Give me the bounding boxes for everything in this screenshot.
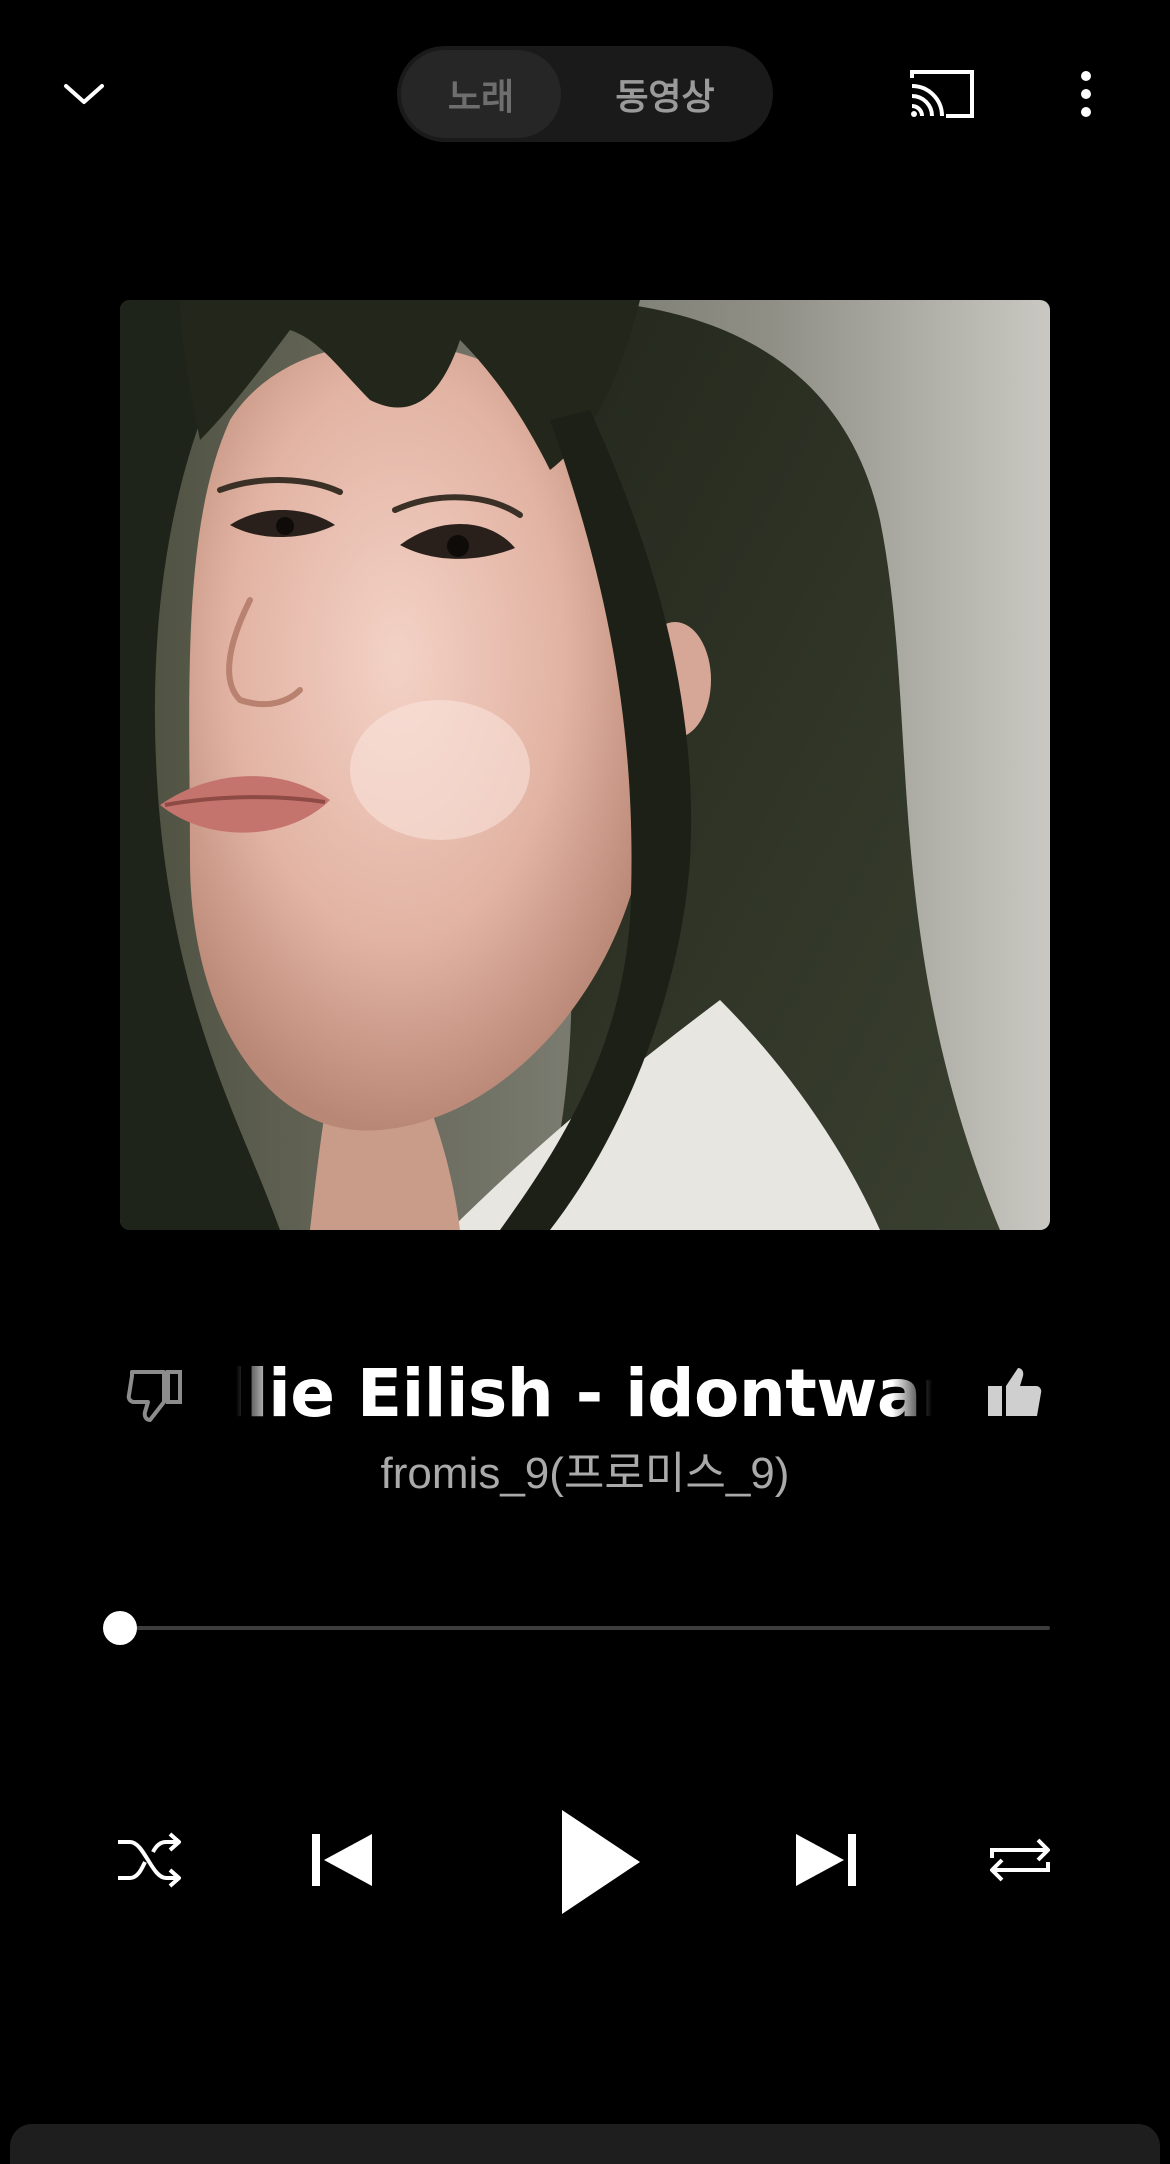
- dislike-button[interactable]: [124, 1362, 188, 1426]
- like-button[interactable]: [982, 1362, 1046, 1426]
- tab-song[interactable]: 노래: [401, 50, 561, 138]
- skip-previous-icon: [312, 1834, 372, 1886]
- previous-button[interactable]: [306, 1828, 378, 1892]
- artist-name[interactable]: fromis_9(프로미스_9): [0, 1442, 1170, 1506]
- cast-icon: [910, 70, 974, 118]
- track-title-marquee: Billie Eilish - idontwannabeyouanymore: [236, 1340, 932, 1448]
- thumb-down-icon: [126, 1370, 182, 1422]
- track-title: Billie Eilish - idontwannabeyouanymore: [236, 1355, 932, 1432]
- more-vertical-icon: [1081, 71, 1091, 117]
- play-icon: [562, 1810, 640, 1914]
- progress-bar[interactable]: [120, 1626, 1050, 1630]
- next-button[interactable]: [790, 1828, 862, 1892]
- play-button[interactable]: [548, 1802, 648, 1922]
- repeat-icon: [990, 1838, 1050, 1882]
- shuffle-button[interactable]: [114, 1828, 186, 1892]
- skip-next-icon: [796, 1834, 856, 1886]
- up-next-sheet-handle[interactable]: [10, 2124, 1160, 2164]
- more-options-button[interactable]: [1056, 62, 1116, 126]
- album-art: [120, 300, 1050, 1230]
- tab-video[interactable]: 동영상: [567, 50, 763, 138]
- repeat-button[interactable]: [984, 1828, 1056, 1892]
- shuffle-icon: [118, 1832, 181, 1888]
- collapse-button[interactable]: [44, 62, 124, 126]
- chevron-down-icon: [64, 84, 104, 104]
- cast-button[interactable]: [906, 62, 978, 126]
- song-video-toggle: 노래 동영상: [397, 46, 773, 142]
- progress-handle[interactable]: [103, 1611, 137, 1645]
- thumb-up-icon: [988, 1368, 1042, 1416]
